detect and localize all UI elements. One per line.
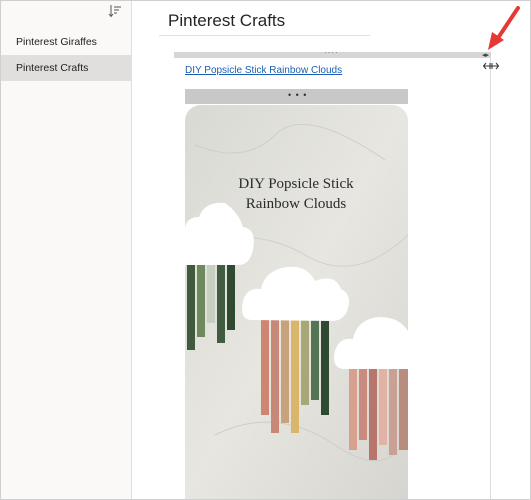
- page-item-pinterest-giraffes[interactable]: Pinterest Giraffes: [1, 29, 131, 55]
- image-caption-line1: DIY Popsicle Stick: [238, 176, 354, 192]
- ellipsis-icon: ····: [324, 48, 339, 57]
- page-item-pinterest-crafts[interactable]: Pinterest Crafts: [1, 55, 131, 81]
- ellipsis-icon: • • •: [288, 90, 308, 100]
- page-canvas: Pinterest Crafts ···· ◂▸ DIY Popsicle St…: [132, 1, 530, 499]
- note-container-handle[interactable]: ····: [174, 48, 491, 58]
- pin-image[interactable]: DIY Popsicle Stick Rainbow Clouds: [185, 105, 408, 499]
- annotation-arrow-icon: [484, 4, 524, 54]
- note-container-border: [490, 58, 491, 499]
- pages-sidebar: Pinterest Giraffes Pinterest Crafts: [1, 1, 132, 499]
- image-caption-line2: Rainbow Clouds: [246, 196, 347, 212]
- image-handle[interactable]: • • •: [185, 89, 408, 104]
- resize-cursor-icon[interactable]: [482, 59, 500, 71]
- title-divider: [159, 35, 370, 36]
- sort-icon[interactable]: [108, 4, 122, 18]
- pin-link[interactable]: DIY Popsicle Stick Rainbow Clouds: [185, 65, 342, 76]
- page-title[interactable]: Pinterest Crafts: [168, 11, 285, 31]
